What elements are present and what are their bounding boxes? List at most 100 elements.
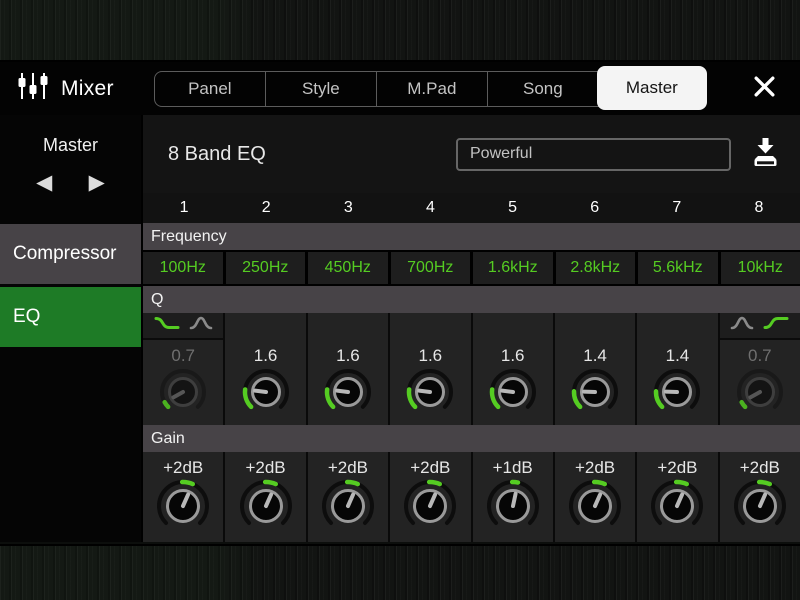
frequency-row-header: Frequency: [143, 223, 800, 250]
filter-strip-spacer: [555, 313, 635, 340]
close-icon: [752, 74, 777, 104]
q-cell-band-3: 1.6: [307, 313, 389, 425]
hardware-bezel-bottom: [0, 544, 800, 600]
frequency-value-band-2[interactable]: 250Hz: [225, 252, 305, 284]
band-number: 2: [261, 199, 271, 216]
q-row-header: Q: [143, 286, 800, 313]
filter-type-toggle-band-8[interactable]: [719, 313, 800, 340]
q-cell-band-5: 1.6: [472, 313, 553, 425]
gain-knob-row: +2dB +2dB +2dB +2dB +1dB +2dB +2dB +2dB: [143, 452, 800, 542]
prev-channel-button[interactable]: ◀: [36, 172, 52, 193]
gain-knob-band-3[interactable]: [320, 478, 376, 539]
low-shelf-icon[interactable]: [154, 315, 180, 336]
q-cell-band-6: 1.4: [554, 313, 636, 425]
mixer-faders-icon: [16, 71, 50, 106]
q-knob-band-5[interactable]: [487, 366, 539, 423]
tab-master[interactable]: Master: [596, 65, 707, 110]
gain-cell-band-6: +2dB: [554, 452, 636, 542]
frequency-value-row: 100Hz 250Hz 450Hz 700Hz 1.6kHz 2.8kHz 5.6kHz 10…: [143, 250, 800, 286]
q-knob-band-3[interactable]: [322, 366, 374, 423]
gain-value-band-4: +2dB: [410, 458, 451, 477]
frequency-value-band-5[interactable]: 1.6kHz: [473, 252, 553, 284]
filter-type-toggle-band-1[interactable]: [143, 313, 224, 340]
band-number: 6: [590, 199, 600, 216]
q-value-band-7: 1.4: [665, 346, 690, 365]
frequency-value-band-3[interactable]: 450Hz: [308, 252, 388, 284]
gain-knob-band-5[interactable]: [485, 478, 541, 539]
gain-cell-band-5: +1dB: [472, 452, 553, 542]
app-title: Mixer: [61, 76, 114, 100]
tab-song[interactable]: Song: [486, 71, 598, 106]
q-knob-band-8[interactable]: [734, 366, 786, 423]
frequency-value-band-7[interactable]: 5.6kHz: [638, 252, 718, 284]
mixer-tab-group: Panel Style M.Pad Song Master: [153, 65, 707, 110]
q-knob-band-7[interactable]: [651, 366, 703, 423]
peak-icon[interactable]: [189, 315, 213, 336]
band-number: 3: [343, 199, 353, 216]
channel-picker: Master ◀ ▶: [0, 115, 141, 224]
top-bar: Mixer Panel Style M.Pad Song Master: [0, 62, 800, 115]
tab-style[interactable]: Style: [264, 71, 376, 106]
gain-cell-band-1: +2dB: [143, 452, 224, 542]
gain-row-header: Gain: [143, 425, 800, 452]
next-channel-button[interactable]: ▶: [89, 172, 105, 193]
frequency-value-band-1[interactable]: 100Hz: [143, 252, 223, 284]
frequency-value-band-6[interactable]: 2.8kHz: [555, 252, 635, 284]
q-value-band-1: 0.7: [171, 346, 195, 365]
frequency-value-band-4[interactable]: 700Hz: [390, 252, 470, 284]
touchscreen: Mixer Panel Style M.Pad Song Master Master ◀: [0, 62, 800, 542]
gain-knob-band-2[interactable]: [238, 478, 294, 539]
gain-value-band-6: +2dB: [574, 458, 616, 477]
save-button[interactable]: [749, 136, 782, 173]
q-value-band-6: 1.4: [583, 346, 607, 365]
band-number: 4: [425, 199, 435, 216]
save-icon: [749, 136, 782, 173]
gain-knob-band-7[interactable]: [649, 478, 705, 539]
sidebar-item-compressor[interactable]: Compressor: [0, 224, 141, 284]
band-number-row: 1 2 3 4 5 6 7 8: [143, 193, 800, 223]
q-value-band-8: 0.7: [747, 346, 772, 365]
preset-selector[interactable]: Powerful: [456, 137, 731, 171]
filter-strip-spacer: [390, 313, 470, 340]
gain-value-band-1: +2dB: [163, 458, 204, 477]
gain-knob-band-6[interactable]: [567, 478, 623, 539]
gain-value-band-8: +2dB: [739, 458, 780, 477]
channel-label: Master: [42, 135, 98, 155]
q-knob-band-4[interactable]: [404, 366, 456, 423]
close-button[interactable]: [744, 69, 784, 109]
gain-knob-band-1[interactable]: [155, 478, 211, 539]
peak-icon[interactable]: [730, 315, 754, 336]
q-value-band-3: 1.6: [336, 346, 360, 365]
gain-value-band-2: +2dB: [245, 458, 286, 477]
q-knob-row: 0.7 1.6 1.6 1.6 1.6 1.4 1.4 0.7: [143, 313, 800, 425]
high-shelf-icon[interactable]: [763, 315, 789, 336]
tab-mpad[interactable]: M.Pad: [375, 71, 487, 106]
filter-strip-spacer: [473, 313, 553, 340]
filter-strip-spacer: [225, 313, 305, 340]
band-number: 7: [672, 199, 682, 216]
gain-cell-band-3: +2dB: [307, 452, 389, 542]
q-knob-band-2[interactable]: [240, 366, 292, 423]
q-cell-band-2: 1.6: [225, 313, 306, 425]
q-cell-band-7: 1.4: [637, 313, 718, 425]
gain-knob-band-8[interactable]: [732, 478, 788, 539]
band-number: 8: [754, 199, 764, 216]
gain-cell-band-2: +2dB: [225, 452, 306, 542]
gain-knob-band-4[interactable]: [402, 478, 458, 539]
filter-strip-spacer: [308, 313, 388, 340]
eq-panel: 8 Band EQ Powerful 1 2 3 4 5 6 7 8 Frequ…: [143, 115, 800, 542]
filter-strip-spacer: [637, 313, 717, 340]
gain-cell-band-8: +2dB: [719, 452, 800, 542]
tab-panel[interactable]: Panel: [155, 72, 265, 106]
frequency-value-band-8[interactable]: 10kHz: [720, 252, 800, 284]
gain-cell-band-4: +2dB: [390, 452, 471, 542]
q-cell-band-4: 1.6: [390, 313, 471, 425]
gain-value-band-5: +1dB: [492, 458, 533, 477]
q-knob-band-1[interactable]: [157, 366, 209, 423]
sidebar-item-eq[interactable]: EQ: [0, 287, 141, 347]
preset-name: Powerful: [470, 145, 533, 162]
q-knob-band-6[interactable]: [569, 366, 621, 423]
band-number: 5: [508, 199, 518, 216]
gain-value-band-7: +2dB: [657, 458, 698, 477]
band-number: 1: [179, 199, 189, 216]
